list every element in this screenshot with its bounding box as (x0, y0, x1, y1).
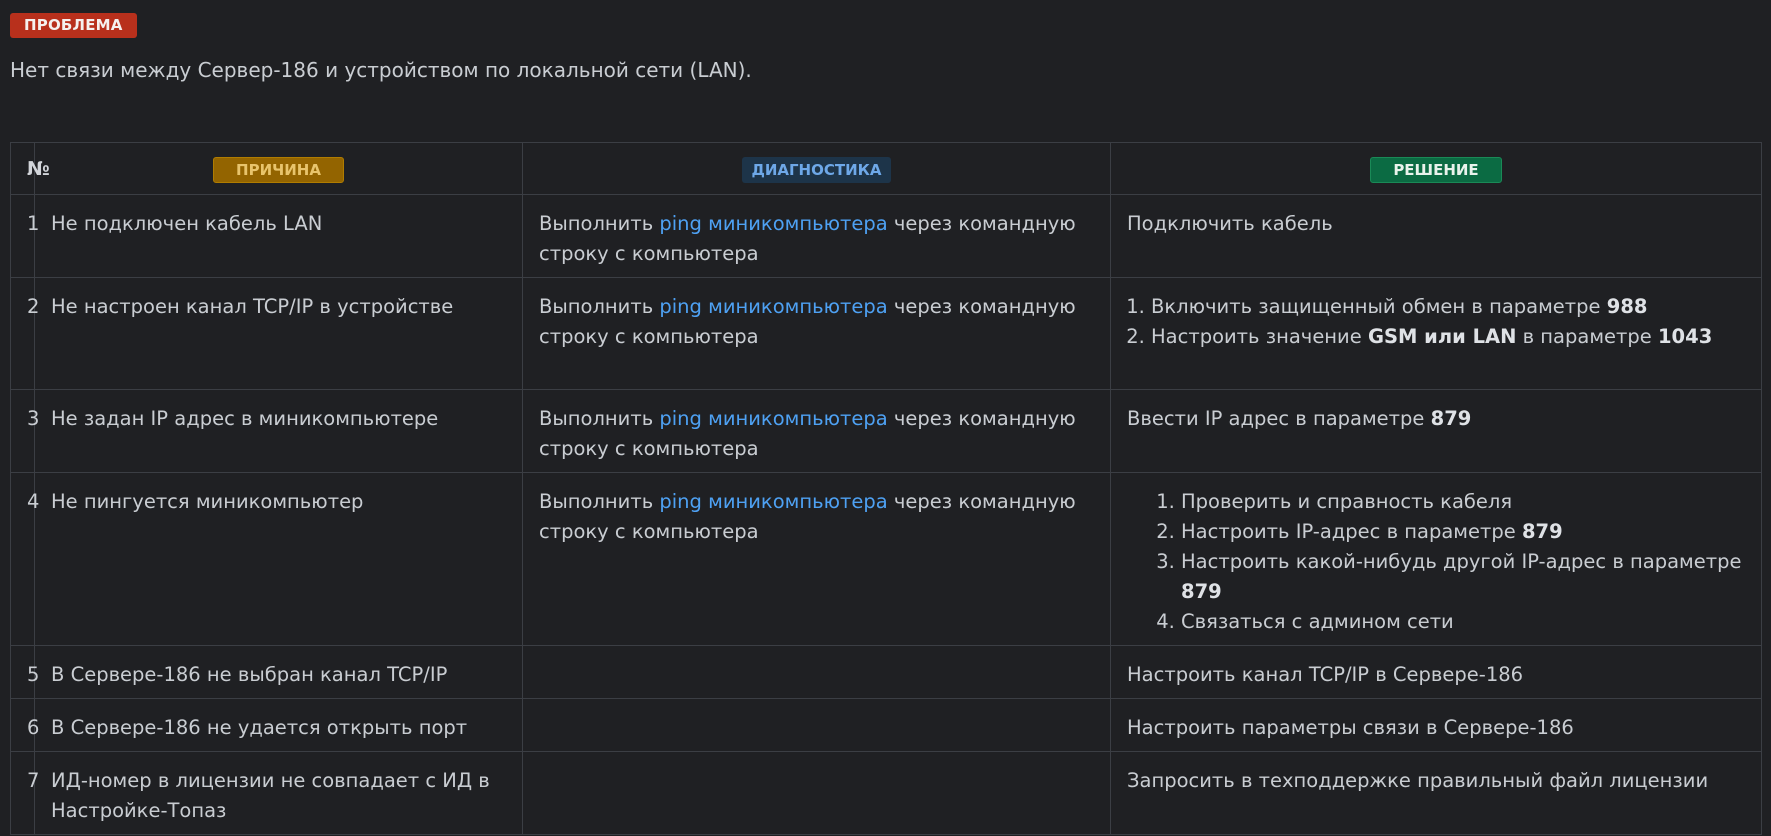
list-item: Настроить IP-адрес в параметре 879 (1181, 517, 1745, 547)
row-num: 1 (10, 194, 39, 278)
row-diagnostics (522, 698, 1111, 752)
row-solution: Подключить кабель (1110, 194, 1762, 278)
ping-link[interactable]: ping миникомпьютера (659, 295, 887, 318)
diag-prefix: Выполнить (539, 295, 660, 318)
problem-description: Нет связи между Сервер-186 и устройством… (10, 58, 752, 82)
row-cause: В Сервере-186 не удается открыть порт (34, 698, 523, 752)
row-cause: В Сервере-186 не выбран канал TCP/IP (34, 645, 523, 699)
row-diagnostics (522, 645, 1111, 699)
solution-list: Включить защищенный обмен в параметре 98… (1119, 292, 1745, 352)
diag-prefix: Выполнить (539, 212, 660, 235)
row-diagnostics: Выполнить ping миникомпьютера через кома… (522, 277, 1111, 390)
table-row: 1 Не подключен кабель LAN Выполнить ping… (10, 194, 1762, 278)
header-solution: РЕШЕНИЕ (1110, 142, 1762, 195)
row-num: 2 (10, 277, 39, 390)
row-solution: Настроить канал TCP/IP в Сервере-186 (1110, 645, 1762, 699)
list-item: Связаться с админом сети (1181, 607, 1745, 637)
diag-prefix: Выполнить (539, 407, 660, 430)
header-diagnostics: ДИАГНОСТИКА (522, 142, 1111, 195)
table-row: 4 Не пингуется миникомпьютер Выполнить p… (10, 472, 1762, 646)
row-solution: Настроить параметры связи в Сервере-186 (1110, 698, 1762, 752)
row-num: 5 (10, 645, 39, 699)
row-cause: Не пингуется миникомпьютер (34, 472, 523, 646)
row-diagnostics (522, 751, 1111, 835)
row-solution: Запросить в техподдержке правильный файл… (1110, 751, 1762, 835)
table-header-row: № ПРИЧИНА ДИАГНОСТИКА РЕШЕНИЕ (10, 142, 1762, 195)
table-row: 7 ИД-номер в лицензии не совпадает с ИД … (10, 751, 1762, 835)
row-num: 6 (10, 698, 39, 752)
table-row: 3 Не задан IP адрес в миникомпьютере Вып… (10, 389, 1762, 473)
row-solution: Включить защищенный обмен в параметре 98… (1110, 277, 1762, 390)
list-item: Проверить и справность кабеля (1181, 487, 1745, 517)
diag-prefix: Выполнить (539, 490, 660, 513)
table-row: 6 В Сервере-186 не удается открыть порт … (10, 698, 1762, 752)
ping-link[interactable]: ping миникомпьютера (659, 212, 887, 235)
header-num: № (10, 142, 50, 195)
ping-link[interactable]: ping миникомпьютера (659, 407, 887, 430)
row-num: 4 (10, 472, 39, 646)
solution-list: Проверить и справность кабеля Настроить … (1119, 487, 1745, 637)
row-diagnostics: Выполнить ping миникомпьютера через кома… (522, 194, 1111, 278)
row-cause: Не подключен кабель LAN (34, 194, 523, 278)
list-item: Настроить значение GSM или LAN в парамет… (1151, 322, 1745, 352)
row-diagnostics: Выполнить ping миникомпьютера через кома… (522, 472, 1111, 646)
diagnostics-badge: ДИАГНОСТИКА (742, 156, 891, 183)
row-cause: ИД-номер в лицензии не совпадает с ИД в … (34, 751, 523, 835)
troubleshooting-table: № ПРИЧИНА ДИАГНОСТИКА РЕШЕНИЕ 1 Не подкл… (10, 142, 1762, 835)
row-cause: Не задан IP адрес в миникомпьютере (34, 389, 523, 473)
row-diagnostics: Выполнить ping миникомпьютера через кома… (522, 389, 1111, 473)
table-row: 2 Не настроен канал TCP/IP в устройстве … (10, 277, 1762, 390)
row-solution: Ввести IP адрес в параметре 879 (1110, 389, 1762, 473)
cause-badge: ПРИЧИНА (213, 156, 344, 183)
list-item: Настроить какой-нибудь другой IP-адрес в… (1181, 547, 1745, 607)
list-item: Включить защищенный обмен в параметре 98… (1151, 292, 1745, 322)
row-cause: Не настроен канал TCP/IP в устройстве (34, 277, 523, 390)
table-row: 5 В Сервере-186 не выбран канал TCP/IP Н… (10, 645, 1762, 699)
row-num: 7 (10, 751, 39, 835)
header-cause: ПРИЧИНА (34, 142, 523, 195)
ping-link[interactable]: ping миникомпьютера (659, 490, 887, 513)
solution-badge: РЕШЕНИЕ (1370, 156, 1502, 183)
row-solution: Проверить и справность кабеля Настроить … (1110, 472, 1762, 646)
row-num: 3 (10, 389, 39, 473)
problem-badge: ПРОБЛЕМА (10, 13, 137, 38)
